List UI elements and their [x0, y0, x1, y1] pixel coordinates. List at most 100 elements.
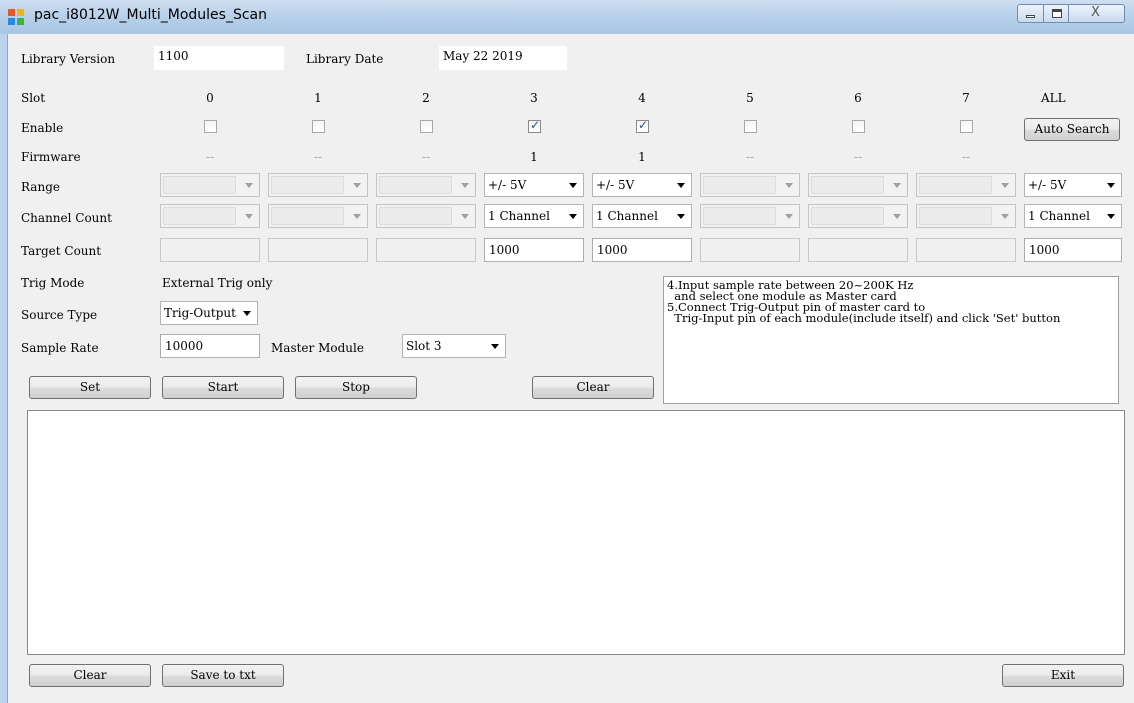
app-icon: [8, 9, 24, 25]
enable-checkbox-slot-5[interactable]: [744, 120, 757, 133]
slot-number: 1: [314, 91, 322, 105]
library-date-value: May 22 2019: [443, 49, 523, 63]
channel-count-select-slot-5[interactable]: [700, 204, 800, 228]
source-type-value: Trig-Output: [164, 306, 236, 320]
channel-count-select-slot-7[interactable]: [916, 204, 1016, 228]
chevron-down-icon: [353, 183, 361, 188]
enable-checkbox-slot-2[interactable]: [420, 120, 433, 133]
enable-checkbox-slot-3[interactable]: ✓: [528, 118, 541, 133]
checkmark-icon: ✓: [530, 118, 541, 132]
chevron-down-icon: [1001, 214, 1009, 219]
combo-inner: [271, 176, 344, 194]
minimize-button[interactable]: [1017, 4, 1044, 23]
library-version-value: 1100: [158, 49, 189, 63]
sample-rate-input[interactable]: 10000: [160, 334, 260, 358]
range-select-slot-5[interactable]: [700, 173, 800, 197]
chevron-down-icon: [491, 344, 499, 349]
channel-count-select-slot-2[interactable]: [376, 204, 476, 228]
clear-instructions-button[interactable]: Clear: [532, 376, 654, 399]
checkmark-icon: ✓: [638, 118, 649, 132]
chevron-down-icon: [785, 214, 793, 219]
all-range-value: +/- 5V: [1028, 178, 1067, 192]
firmware-slot-2: --: [421, 150, 431, 164]
range-select-slot-6[interactable]: [808, 173, 908, 197]
combo-inner: [811, 176, 884, 194]
enable-checkbox-slot-6[interactable]: [852, 120, 865, 133]
enable-row-label: Enable: [21, 121, 64, 135]
channel-count-select-slot-0[interactable]: [160, 204, 260, 228]
library-version-label: Library Version: [21, 52, 116, 66]
target-count-input-slot-7[interactable]: [916, 238, 1016, 262]
start-button[interactable]: Start: [162, 376, 284, 399]
target-count-input-slot-6[interactable]: [808, 238, 908, 262]
combo-inner: [703, 176, 776, 194]
target-count-input-slot-2[interactable]: [376, 238, 476, 262]
range-select-slot-4[interactable]: +/- 5V: [592, 173, 692, 197]
combo-inner: [379, 207, 452, 225]
target-count-input-slot-4[interactable]: 1000: [592, 238, 692, 262]
target-count-input-slot-1[interactable]: [268, 238, 368, 262]
combo-inner: [919, 176, 992, 194]
target-count-input-slot-0[interactable]: [160, 238, 260, 262]
range-select-slot-7[interactable]: [916, 173, 1016, 197]
all-range-select[interactable]: +/- 5V: [1024, 173, 1122, 197]
chevron-down-icon: [785, 183, 793, 188]
trig-mode-value: External Trig only: [162, 276, 273, 290]
firmware-slot-5: --: [745, 150, 755, 164]
firmware-slot-1: --: [313, 150, 323, 164]
firmware-slot-4: 1: [638, 150, 646, 164]
window-title: pac_i8012W_Multi_Modules_Scan: [34, 7, 267, 23]
chevron-down-icon: [893, 183, 901, 188]
channel-count-select-slot-3[interactable]: 1 Channel: [484, 204, 584, 228]
all-channel-count-value: 1 Channel: [1028, 209, 1090, 223]
slot-number: 4: [638, 91, 646, 105]
set-button[interactable]: Set: [29, 376, 151, 399]
enable-checkbox-slot-1[interactable]: [312, 120, 325, 133]
enable-checkbox-slot-7[interactable]: [960, 120, 973, 133]
channel-count-select-slot-6[interactable]: [808, 204, 908, 228]
stop-button[interactable]: Stop: [295, 376, 417, 399]
chevron-down-icon: [461, 183, 469, 188]
maximize-button[interactable]: [1043, 4, 1069, 23]
slot-number: 5: [746, 91, 754, 105]
all-target-count-input[interactable]: 1000: [1024, 238, 1122, 262]
chevron-down-icon: [245, 214, 253, 219]
sample-rate-value: 10000: [165, 339, 204, 353]
channel-count-value-slot-3: 1 Channel: [488, 209, 550, 223]
chevron-down-icon: [893, 214, 901, 219]
combo-inner: [811, 207, 884, 225]
target-count-row-label: Target Count: [21, 244, 102, 258]
range-select-slot-2[interactable]: [376, 173, 476, 197]
combo-inner: [379, 176, 452, 194]
enable-checkbox-slot-0[interactable]: [204, 120, 217, 133]
enable-checkbox-slot-4[interactable]: ✓: [636, 118, 649, 133]
library-date-label: Library Date: [306, 52, 384, 66]
clear-log-button[interactable]: Clear: [29, 664, 151, 687]
range-select-slot-0[interactable]: [160, 173, 260, 197]
library-version-field: 1100: [154, 46, 284, 70]
all-column-header: ALL: [1041, 91, 1066, 105]
chevron-down-icon: [677, 183, 685, 188]
master-module-select[interactable]: Slot 3: [402, 334, 506, 358]
slot-number: 3: [530, 91, 538, 105]
log-textarea[interactable]: [27, 410, 1125, 655]
save-to-txt-button[interactable]: Save to txt: [162, 664, 284, 687]
target-count-input-slot-3[interactable]: 1000: [484, 238, 584, 262]
auto-search-button[interactable]: Auto Search: [1024, 118, 1120, 141]
trig-mode-label: Trig Mode: [21, 276, 85, 290]
close-button[interactable]: X: [1068, 4, 1125, 23]
instructions-box: 4.Input sample rate between 20~200K Hz a…: [663, 276, 1119, 404]
range-select-slot-3[interactable]: +/- 5V: [484, 173, 584, 197]
range-select-slot-1[interactable]: [268, 173, 368, 197]
exit-button[interactable]: Exit: [1002, 664, 1124, 687]
channel-count-select-slot-1[interactable]: [268, 204, 368, 228]
source-type-select[interactable]: Trig-Output: [160, 301, 258, 325]
target-count-input-slot-5[interactable]: [700, 238, 800, 262]
all-channel-count-select[interactable]: 1 Channel: [1024, 204, 1122, 228]
channel-count-value-slot-4: 1 Channel: [596, 209, 658, 223]
title-bar[interactable]: pac_i8012W_Multi_Modules_Scan X: [0, 0, 1134, 35]
master-module-label: Master Module: [271, 341, 364, 355]
chevron-down-icon: [1001, 183, 1009, 188]
channel-count-select-slot-4[interactable]: 1 Channel: [592, 204, 692, 228]
main-form: Library Version 1100 Library Date May 22…: [7, 34, 1134, 703]
